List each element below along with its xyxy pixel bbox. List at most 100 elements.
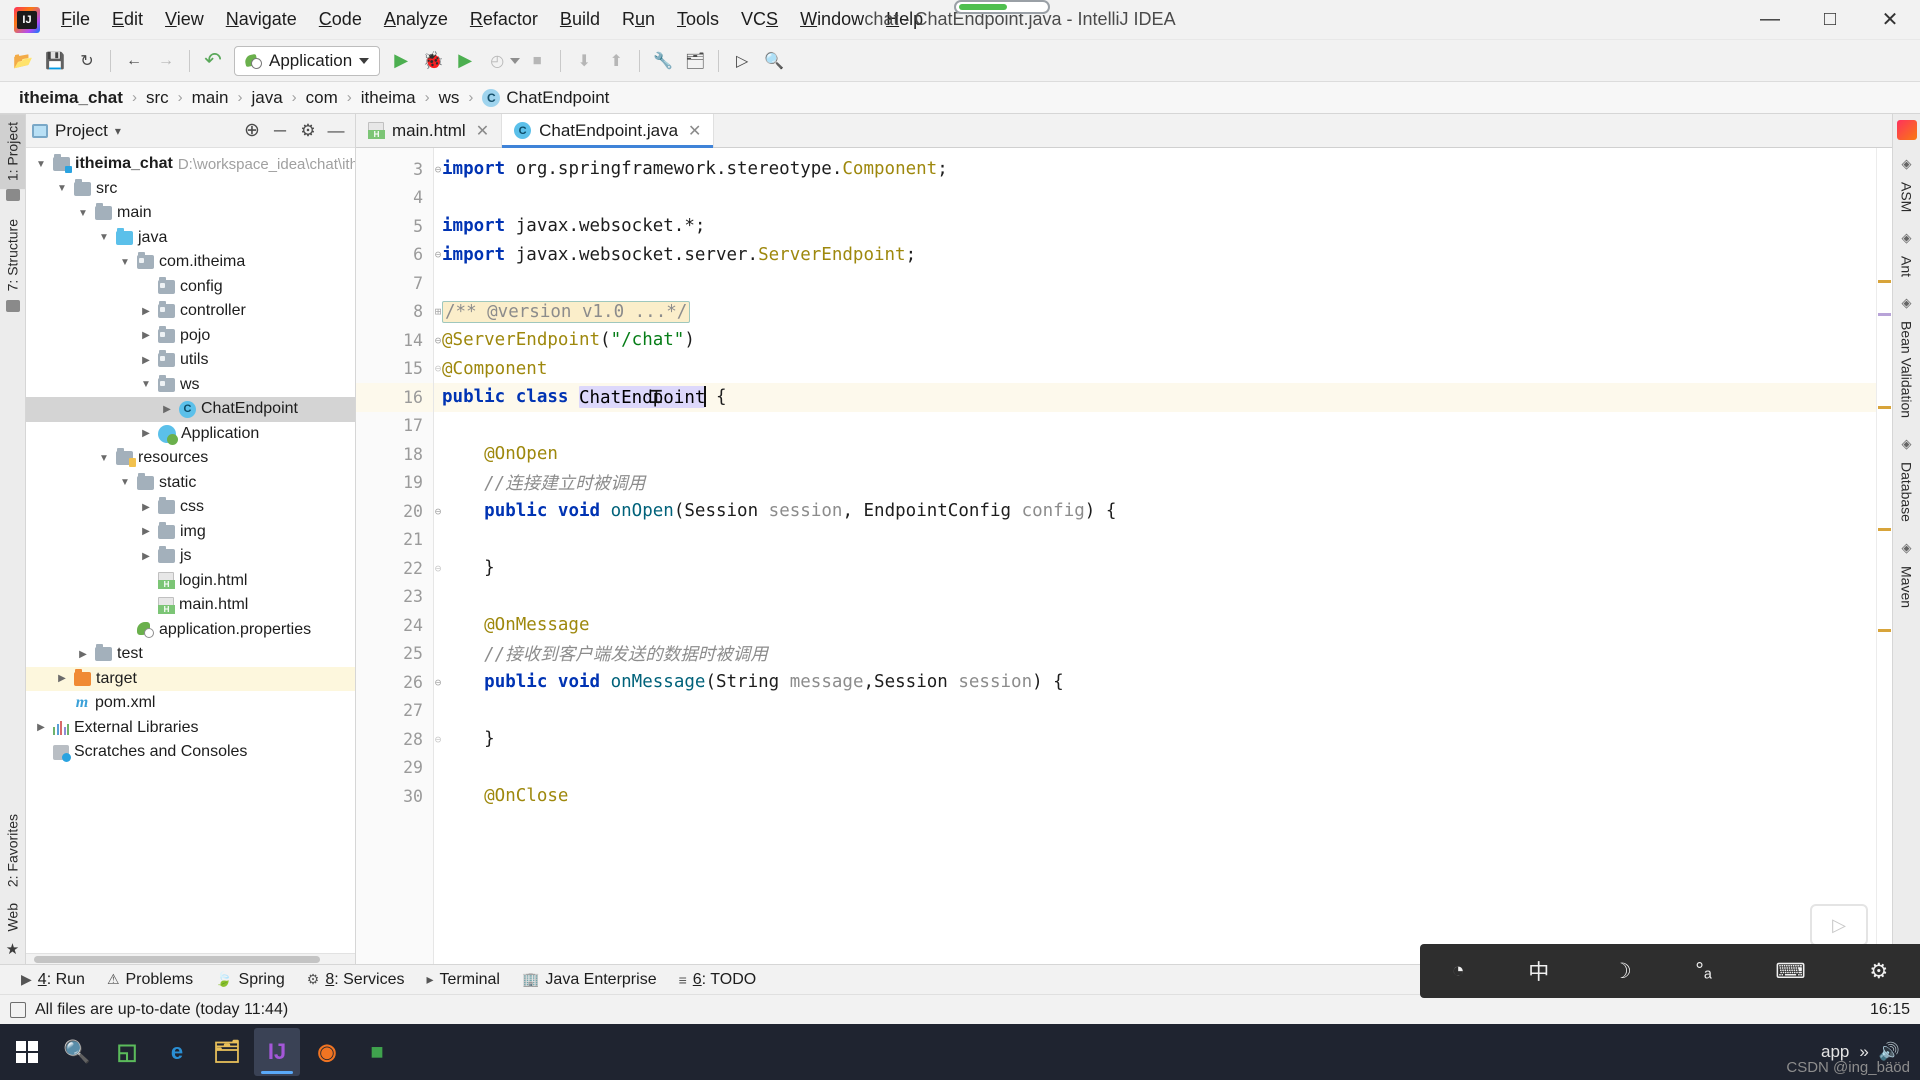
tool-window-4-run[interactable]: ▶4: Run: [10, 968, 96, 992]
tree-node[interactable]: ▶img: [26, 520, 355, 545]
gutter-line[interactable]: 22⊖: [356, 554, 433, 583]
gutter-line[interactable]: 15⊖: [356, 355, 433, 384]
collapse-all-icon[interactable]: ─: [267, 118, 293, 144]
gutter-line[interactable]: 18: [356, 440, 433, 469]
tree-node[interactable]: ▼java: [26, 226, 355, 251]
code-line[interactable]: [434, 184, 1876, 213]
tree-node[interactable]: ▶target: [26, 667, 355, 692]
gear-icon[interactable]: ⚙: [295, 118, 321, 144]
menu-analyze[interactable]: Analyze: [373, 3, 459, 36]
app-icon[interactable]: ■: [354, 1028, 400, 1076]
code-line[interactable]: /** @version v1.0 ...*/: [434, 298, 1876, 327]
rail-button-bean-validation[interactable]: Bean Validation: [1896, 313, 1918, 426]
gutter-line[interactable]: 7: [356, 269, 433, 298]
code-line[interactable]: @OnMessage: [434, 611, 1876, 640]
gutter-line[interactable]: 19: [356, 469, 433, 498]
tree-node[interactable]: ▶controller: [26, 299, 355, 324]
search-button[interactable]: 🔍: [54, 1028, 100, 1076]
code-line[interactable]: //接收到客户端发送的数据时被调用: [434, 640, 1876, 669]
tool-window-spring[interactable]: 🍃Spring: [204, 968, 296, 992]
folded-javadoc-comment[interactable]: /** @version v1.0 ...*/: [442, 301, 690, 323]
save-all-icon[interactable]: 💾: [40, 46, 70, 76]
gutter-line[interactable]: 17: [356, 412, 433, 441]
gutter-line[interactable]: 16: [356, 383, 433, 412]
code-line[interactable]: import javax.websocket.server.ServerEndp…: [434, 241, 1876, 270]
back-icon[interactable]: ←: [119, 46, 149, 76]
gutter-line[interactable]: 24: [356, 611, 433, 640]
code-line[interactable]: [434, 754, 1876, 783]
clock-icon[interactable]: ◔: [1452, 959, 1465, 983]
code-line[interactable]: [434, 412, 1876, 441]
profile-icon[interactable]: ◴: [482, 46, 512, 76]
gutter-line[interactable]: 23: [356, 583, 433, 612]
menu-code[interactable]: Code: [308, 3, 373, 36]
stop-icon[interactable]: ■: [522, 46, 552, 76]
breadcrumb-item-com[interactable]: com: [301, 86, 343, 110]
project-panel-title-group[interactable]: Project ▾: [32, 121, 121, 141]
chevron-right-icon[interactable]: ▶: [139, 330, 153, 341]
hide-panel-icon[interactable]: —: [323, 118, 349, 144]
edge-icon[interactable]: e: [154, 1028, 200, 1076]
rail-button-7-structure[interactable]: 7: Structure: [0, 211, 25, 299]
forward-icon[interactable]: →: [151, 46, 181, 76]
gutter-line[interactable]: 14⊖: [356, 326, 433, 355]
menu-vcs[interactable]: VCS: [730, 3, 789, 36]
tree-node[interactable]: Scratches and Consoles: [26, 740, 355, 765]
tree-node[interactable]: ▼src: [26, 177, 355, 202]
chevron-down-icon[interactable]: ▼: [34, 159, 48, 170]
chevron-right-icon[interactable]: ▶: [139, 526, 153, 537]
chevron-right-icon[interactable]: ▶: [76, 649, 90, 660]
chevron-down-icon[interactable]: ▼: [118, 477, 132, 488]
gutter-line[interactable]: 8⊞: [356, 298, 433, 327]
menu-view[interactable]: View: [154, 3, 215, 36]
tree-node[interactable]: ▶css: [26, 495, 355, 520]
code-line[interactable]: public void onOpen(Session session, Endp…: [434, 497, 1876, 526]
breadcrumb-item-itheima-chat[interactable]: itheima_chat: [14, 86, 128, 110]
code-line[interactable]: [434, 269, 1876, 298]
sync-icon[interactable]: ↻: [72, 46, 102, 76]
locate-file-icon[interactable]: ⊕: [239, 118, 265, 144]
profile-chevron-down-icon[interactable]: [510, 58, 520, 64]
explorer-icon[interactable]: 🗂: [204, 1028, 250, 1076]
tree-node[interactable]: mpom.xml: [26, 691, 355, 716]
code-line[interactable]: public void onMessage(String message,Ses…: [434, 668, 1876, 697]
tree-node[interactable]: config: [26, 275, 355, 300]
chevron-down-icon[interactable]: ▼: [97, 232, 111, 243]
tree-node[interactable]: ▶pojo: [26, 324, 355, 349]
open-project-icon[interactable]: 📂: [8, 46, 38, 76]
vcs-update-icon[interactable]: ⬇: [569, 46, 599, 76]
gutter-line[interactable]: 30: [356, 782, 433, 811]
minimize-button[interactable]: —: [1740, 0, 1800, 40]
gutter-line[interactable]: 27: [356, 697, 433, 726]
code-line[interactable]: [434, 697, 1876, 726]
rail-button-web[interactable]: Web: [0, 895, 25, 940]
chevron-down-icon[interactable]: ▾: [115, 124, 121, 138]
tree-node[interactable]: ▼itheima_chatD:\workspace_idea\chat\ith: [26, 152, 355, 177]
menu-refactor[interactable]: Refactor: [459, 3, 549, 36]
taskview-button[interactable]: ◱: [104, 1028, 150, 1076]
firefox-icon[interactable]: ◉: [304, 1028, 350, 1076]
vcs-commit-icon[interactable]: ⬆: [601, 46, 631, 76]
punctuation-icon[interactable]: °ₐ: [1695, 959, 1711, 983]
gutter-line[interactable]: 5: [356, 212, 433, 241]
menu-build[interactable]: Build: [549, 3, 611, 36]
breadcrumb-item-java[interactable]: java: [246, 86, 287, 110]
debug-icon[interactable]: 🐞: [418, 46, 448, 76]
tree-node[interactable]: ▶Application: [26, 422, 355, 447]
close-icon[interactable]: ✕: [688, 121, 701, 141]
gutter-line[interactable]: 26⊖: [356, 668, 433, 697]
code-line[interactable]: }: [434, 554, 1876, 583]
close-button[interactable]: ✕: [1860, 0, 1920, 40]
code-line[interactable]: }: [434, 725, 1876, 754]
tool-window-6-todo[interactable]: ≡6: TODO: [668, 968, 768, 992]
rail-button-asm[interactable]: ASM: [1896, 174, 1918, 220]
menu-navigate[interactable]: Navigate: [215, 3, 308, 36]
editor-gutter[interactable]: 3⊖456⊖78⊞14⊖15⊖1617181920⊖2122⊖23242526⊖…: [356, 148, 434, 964]
intellij-idea-icon[interactable]: IJ: [254, 1028, 300, 1076]
menu-file[interactable]: File: [50, 3, 101, 36]
tree-node[interactable]: ▼resources: [26, 446, 355, 471]
rail-button-2-favorites[interactable]: 2: Favorites: [0, 806, 25, 895]
tree-node[interactable]: main.html: [26, 593, 355, 618]
chevron-right-icon[interactable]: ▶: [139, 502, 153, 513]
gutter-line[interactable]: 29: [356, 754, 433, 783]
